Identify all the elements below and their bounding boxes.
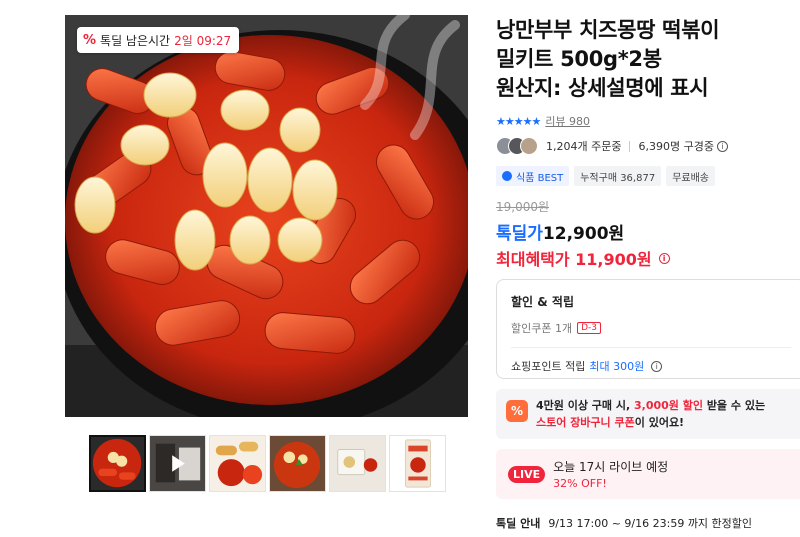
live-discount: 32% OFF! [553,477,607,490]
thumbnail-5[interactable] [329,435,386,492]
thumbnail-6[interactable] [389,435,446,492]
thumbnail-strip [89,435,446,492]
timer-value: 2일 09:27 [174,33,232,48]
original-price: 19,000원 [496,200,550,214]
divider [629,140,631,152]
info-icon[interactable]: i [651,360,663,372]
product-title-line-3: 원산지: 상세설명에 표시 [496,76,709,100]
divider [511,347,791,348]
tteokbokki-photo [65,15,468,417]
thumbnail-4[interactable] [269,435,326,492]
viewer-count: 6,390명 구경중 [638,140,714,153]
star-rating-icon: ★★★★★ [496,114,541,128]
benefit-heading: 할인 & 적립 [511,295,574,309]
cart-coupon-promo[interactable]: % 4만원 이상 구매 시, 3,000원 할인 받을 수 있는 스토어 장바구… [496,389,800,439]
deal-price: 톡딜가12,900원 [496,219,800,244]
ordering-count: 1,204개 주문중 [546,140,622,153]
coupon-dday-badge: D-3 [577,322,602,334]
buyer-stats-row: 1,204개 주문중 6,390명 구경중 i [496,137,800,155]
promo-coupon-name: 스토어 장바구니 쿠폰 [536,416,635,429]
info-icon[interactable]: i [658,252,670,264]
timer-label: 톡딜 남은시간 [100,33,171,48]
promo-line-2: 스토어 장바구니 쿠폰이 있어요! [536,414,765,431]
coupon-row[interactable]: 할인쿠폰 1개 D-3 [511,320,791,336]
video-thumb-image [150,436,205,491]
promo-text: 4만원 이상 구매 시, 3,000원 할인 받을 수 있는 스토어 장바구니 … [536,397,765,431]
avatar [520,137,538,155]
tag-label: 식품 BEST [516,172,564,184]
promo-discount-amount: 3,000원 할인 [634,399,703,412]
promo-line-1: 4만원 이상 구매 시, 3,000원 할인 받을 수 있는 [536,397,765,414]
max-benefit-label: 최대혜택가 11,900원 [496,250,652,269]
tag-cumulative-purchases: 누적구매 36,877 [574,166,662,186]
package-thumb-image [330,436,385,491]
deal-info-row: 톡딜 안내 9/13 17:00 ~ 9/16 23:59 까지 한정할인 [496,515,800,531]
box-thumb-image [390,436,445,491]
tag-free-shipping: 무료배송 [666,166,716,186]
points-label: 쇼핑포인트 적립 [511,360,586,373]
fried-food-thumb-image [210,436,265,491]
live-broadcast-banner[interactable]: LIVE 오늘 17시 라이브 예정 32% OFF! [496,449,800,499]
plate-thumb-image [270,436,325,491]
coupon-label: 할인쿠폰 1개 [511,322,573,335]
review-count-link[interactable]: 리뷰 980 [545,113,590,129]
live-badge: LIVE [508,465,546,483]
main-product-image[interactable]: % 톡딜 남은시간 2일 09:27 [65,15,468,417]
product-info-panel: 낭만부부 치즈몽땅 떡볶이 밀키트 500g*2봉 원산지: 상세설명에 표시 … [496,16,800,531]
max-benefit-price: 최대혜택가 11,900원 i [496,246,800,270]
deal-timer-badge: % 톡딜 남은시간 2일 09:27 [77,27,240,53]
product-tags: 식품 BEST 누적구매 36,877 무료배송 [496,166,800,186]
percent-icon: % [83,32,97,48]
rating-row: ★★★★★ 리뷰 980 [496,113,800,129]
tteokbokki-thumb-image [91,437,144,490]
points-value: 최대 300원 [589,360,645,373]
deal-price-value: 12,900원 [542,224,625,244]
promo-text-part: 받을 수 있는 [702,399,766,412]
deal-info-label: 톡딜 안내 [496,517,541,530]
product-title-line-2: 밀키트 500g*2봉 [496,47,662,71]
discount-and-points-box: 할인 & 적립 할인쿠폰 1개 D-3 쇼핑포인트 적립 최대 300원 i [496,279,800,379]
points-row: 쇼핑포인트 적립 최대 300원 i [511,358,791,374]
product-title: 낭만부부 치즈몽땅 떡볶이 밀키트 500g*2봉 원산지: 상세설명에 표시 [496,16,800,103]
promo-text-part: 이 있어요! [634,416,685,429]
promo-text-part: 4만원 이상 구매 시, [536,399,634,412]
thumbnail-3[interactable] [209,435,266,492]
live-text: 오늘 17시 라이브 예정 32% OFF! [553,458,668,490]
badge-dot-icon [502,171,512,181]
thumbnail-1[interactable] [89,435,146,492]
live-title: 오늘 17시 라이브 예정 [553,460,669,474]
info-icon[interactable]: i [716,140,728,152]
deal-price-label: 톡딜가 [496,224,543,244]
thumbnail-2-video[interactable] [149,435,206,492]
tag-food-best[interactable]: 식품 BEST [496,166,570,186]
product-title-line-1: 낭만부부 치즈몽땅 떡볶이 [496,18,720,42]
buyer-avatars [496,137,538,155]
deal-info-period: 9/13 17:00 ~ 9/16 23:59 까지 한정할인 [548,517,753,530]
discount-percent-icon: % [506,400,528,422]
